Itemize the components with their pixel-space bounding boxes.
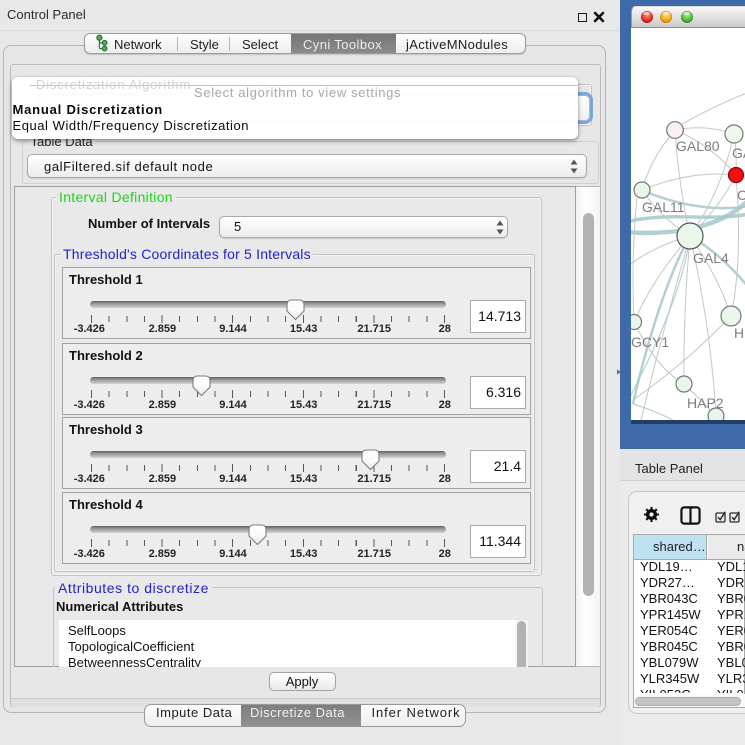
svg-text:GAL4: GAL4 xyxy=(693,250,729,266)
svg-text:GA: GA xyxy=(732,145,745,161)
svg-text:GCY1: GCY1 xyxy=(631,334,669,350)
svg-text:HAP2: HAP2 xyxy=(687,395,724,411)
svg-text:GAL11: GAL11 xyxy=(642,199,685,215)
svg-text:GAL80: GAL80 xyxy=(676,138,720,154)
svg-text:H: H xyxy=(734,325,744,341)
svg-text:C: C xyxy=(737,187,745,203)
